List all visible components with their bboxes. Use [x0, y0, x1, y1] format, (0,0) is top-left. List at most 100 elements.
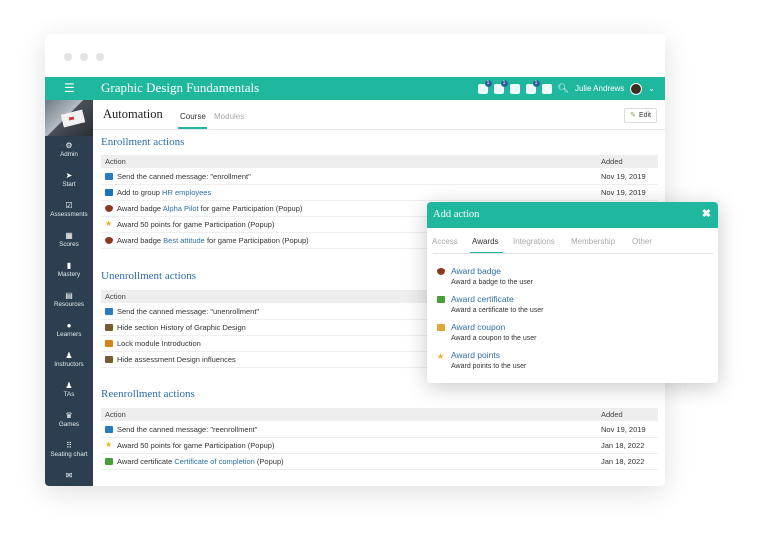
action-text: Award badge Alpha Pilot for game Partici… [117, 201, 302, 216]
sidebar-item-label: Learners [56, 331, 82, 338]
action-text-prefix: Award certificate [117, 457, 175, 466]
close-icon[interactable]: ✖ [702, 207, 711, 220]
tab-course[interactable]: Course [180, 112, 206, 121]
dialog-header: Add action ✖ [427, 202, 718, 228]
option-title[interactable]: Award coupon [451, 322, 505, 332]
sidebar-item-label: Resources [53, 301, 85, 308]
action-text-prefix: Send the canned message: "enrollment" [117, 172, 251, 181]
action-text-prefix: Award 50 points for game Participation (… [117, 441, 275, 450]
action-text: Award badge Best attitude for game Parti… [117, 233, 309, 248]
tab-other[interactable]: Other [632, 237, 652, 246]
tab-membership[interactable]: Membership [571, 237, 615, 246]
sidebar-item-tas[interactable]: ♟ TAs [45, 376, 93, 406]
sidebar-item-messages[interactable]: ✉ [45, 466, 93, 486]
option-title[interactable]: Award badge [451, 266, 501, 276]
tas-icon: ♟ [65, 381, 73, 390]
sidebar-item-label: TAs [63, 391, 75, 398]
sidebar-item-label: Scores [59, 241, 79, 248]
window-dot-close[interactable] [64, 53, 72, 61]
award-points-option[interactable]: ★ Award points Award points to the user [437, 350, 697, 376]
course-thumbnail[interactable] [45, 100, 93, 136]
flag-icon[interactable]: 1 [493, 79, 508, 94]
award-badge-option[interactable]: Award badge Award a badge to the user [437, 266, 697, 292]
window-dot-maximize[interactable] [96, 53, 104, 61]
list-icon[interactable] [509, 83, 520, 94]
sidebar-item-resources[interactable]: ▤ Resources [45, 286, 93, 316]
coupon-icon [437, 324, 445, 331]
action-text-prefix: Add to group [117, 188, 163, 197]
avatar[interactable] [630, 82, 643, 95]
user-name[interactable]: Julie Andrews [575, 84, 624, 93]
scores-icon: ▦ [65, 231, 73, 240]
enrollment-section-title: Enrollment actions [101, 136, 185, 148]
dialog-tabs: Access Awards Integrations Membership Ot… [427, 228, 718, 254]
sidebar-item-learners[interactable]: ● Learners [45, 316, 93, 346]
admin-icon: ⚙ [65, 141, 73, 150]
action-text-prefix: Lock module Introduction [117, 339, 201, 348]
added-date: Jan 18, 2022 [601, 441, 645, 450]
dialog-divider [433, 253, 713, 254]
table-row[interactable]: ★ Award 50 points for game Participation … [101, 438, 658, 454]
hamburger-menu-icon[interactable]: ☰ [64, 82, 75, 94]
action-link[interactable]: Alpha Pilot [163, 204, 199, 213]
table-row[interactable]: Send the canned message: "reenrollment" N… [101, 422, 658, 438]
action-link[interactable]: HR employees [162, 188, 211, 197]
learners-icon: ● [66, 321, 72, 330]
chevron-down-icon[interactable]: ⌄ [648, 84, 655, 93]
sidebar-item-instructors[interactable]: ♟ Instructors [45, 346, 93, 376]
pencil-icon: ✎ [630, 112, 636, 119]
column-header-action: Action [105, 292, 126, 301]
certificate-icon [437, 296, 445, 303]
search-icon[interactable]: 🔍︎ [558, 83, 569, 94]
action-text: Send the canned message: "reenrollment" [117, 422, 257, 437]
action-text: Hide assessment Design influences [117, 352, 236, 367]
star-icon: ★ [437, 352, 445, 361]
action-link[interactable]: Best attitude [163, 236, 205, 245]
added-date: Nov 19, 2019 [601, 172, 646, 181]
tab-integrations[interactable]: Integrations [513, 237, 555, 246]
cart-icon[interactable]: 1 [525, 79, 540, 94]
sidebar-item-label: Admin [60, 151, 78, 158]
tab-access[interactable]: Access [432, 237, 458, 246]
action-text-prefix: Award badge [117, 236, 164, 245]
tab-awards[interactable]: Awards [472, 237, 499, 246]
sidebar-item-admin[interactable]: ⚙ Admin [45, 136, 93, 166]
option-title[interactable]: Award points [451, 350, 500, 360]
sidebar-item-scores[interactable]: ▦ Scores [45, 226, 93, 256]
table-row[interactable]: Send the canned message: "enrollment" Nov… [101, 169, 658, 185]
sidebar-item-mastery[interactable]: ▮ Mastery [45, 256, 93, 286]
edit-label: Edit [638, 112, 651, 119]
notification-badge: 1 [500, 79, 508, 87]
action-text: Add to group HR employees [117, 185, 211, 200]
award-certificate-option[interactable]: Award certificate Award a certificate to … [437, 294, 697, 320]
sidebar-item-assessments[interactable]: ☑ Assessments [45, 196, 93, 226]
action-link[interactable]: Certificate of completion [174, 457, 254, 466]
added-date: Nov 19, 2019 [601, 188, 646, 197]
action-text-prefix: Hide assessment Design influences [117, 355, 236, 364]
sidebar-item-games[interactable]: ♛ Games [45, 406, 93, 436]
column-header-action: Action [105, 410, 126, 419]
badge-icon [105, 237, 113, 244]
window-dot-minimize[interactable] [80, 53, 88, 61]
tab-modules[interactable]: Modules [214, 112, 244, 121]
top-bar: ☰ Graphic Design Fundamentals 1 1 1 🔍︎ Juli… [45, 77, 665, 100]
hide-icon [105, 324, 113, 331]
lock-icon [105, 340, 113, 347]
sidebar-item-seating-chart[interactable]: ⠿ Seating chart [45, 436, 93, 466]
enrollment-table-header: Action Added [101, 155, 658, 168]
games-icon: ♛ [65, 411, 73, 420]
sidebar-nav: ⚙ Admin ➤ Start ☑ Assessments ▦ Scores ▮ Mastery ▤… [45, 136, 93, 486]
sidebar-item-start[interactable]: ➤ Start [45, 166, 93, 196]
table-row[interactable]: Add to group HR employees Nov 19, 2019 [101, 185, 658, 201]
help-icon[interactable] [541, 83, 552, 94]
page-header: Automation Course Modules ✎ Edit [93, 100, 665, 130]
messages-icon: ✉ [65, 471, 73, 480]
option-title[interactable]: Award certificate [451, 294, 514, 304]
edit-button[interactable]: ✎ Edit [624, 108, 657, 123]
table-row[interactable]: Award certificate Certificate of complet… [101, 454, 658, 470]
action-text: Award certificate Certificate of complet… [117, 454, 284, 469]
action-text: Hide section History of Graphic Design [117, 320, 246, 335]
notifications-icon[interactable]: 1 [477, 79, 492, 94]
award-coupon-option[interactable]: Award coupon Award a coupon to the user [437, 322, 697, 348]
dialog-title: Add action [433, 209, 480, 220]
